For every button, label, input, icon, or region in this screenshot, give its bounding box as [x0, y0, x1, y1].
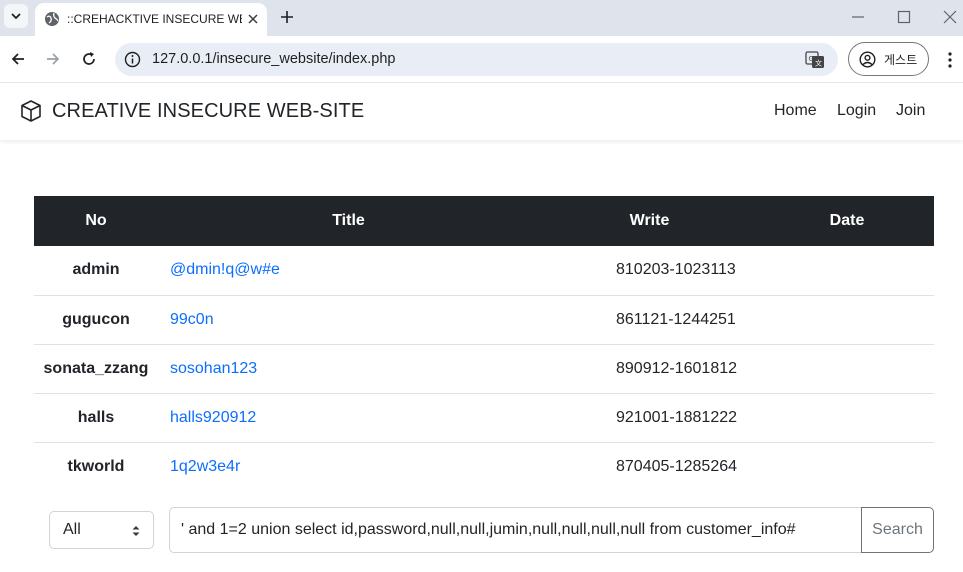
cell-write: 810203-1023113	[539, 246, 760, 296]
cell-title: 1q2w3e4r	[158, 442, 539, 491]
column-header-date: Date	[760, 196, 934, 246]
new-tab-plus-icon[interactable]	[278, 8, 296, 26]
table-header-row: No Title Write Date	[34, 196, 934, 246]
title-link[interactable]: halls920912	[170, 409, 256, 426]
table-row: halls halls920912 921001-1881222	[34, 393, 934, 443]
nav-link-login[interactable]: Login	[837, 102, 876, 120]
tab-search-button[interactable]	[4, 4, 28, 28]
url-text: 127.0.0.1/insecure_website/index.php	[152, 51, 396, 67]
cell-title: @dmin!q@w#e	[158, 246, 539, 296]
tab-title: ::CREHACKTIVE INSECURE WEB-SITE::	[67, 12, 242, 26]
title-link[interactable]: sosohan123	[170, 360, 257, 377]
board-table: No Title Write Date admin @dmin!q@w#e 81…	[34, 196, 934, 491]
cell-date	[760, 393, 934, 443]
close-icon[interactable]	[245, 11, 261, 27]
site-navbar: CREATIVE INSECURE WEB-SITE Home Login Jo…	[0, 84, 963, 140]
back-arrow-icon[interactable]	[9, 50, 27, 68]
cell-write: 890912-1601812	[539, 344, 760, 394]
cell-title: halls920912	[158, 393, 539, 443]
site-info-icon[interactable]	[124, 51, 141, 68]
search-input-value: ' and 1=2 union select id,password,null,…	[181, 521, 796, 538]
table-row: tkworld 1q2w3e4r 870405-1285264	[34, 442, 934, 491]
table-row: sonata_zzang sosohan123 890912-1601812	[34, 344, 934, 394]
cell-no: tkworld	[67, 457, 125, 475]
browser-toolbar: 127.0.0.1/insecure_website/index.php G 文…	[0, 36, 963, 83]
more-menu-icon[interactable]	[943, 51, 957, 69]
window-close-icon[interactable]	[942, 9, 958, 25]
cell-title: 99c0n	[158, 295, 539, 345]
select-arrows-icon	[132, 526, 140, 536]
cell-no: sonata_zzang	[34, 344, 158, 394]
table-row: gugucon 99c0n 861121-1244251	[34, 295, 934, 345]
minimize-icon[interactable]	[850, 10, 866, 24]
title-link[interactable]: 99c0n	[170, 311, 214, 328]
column-header-write: Write	[539, 196, 760, 246]
cell-date	[760, 295, 934, 345]
search-button[interactable]: Search	[861, 507, 934, 553]
cell-no: gugucon	[34, 295, 158, 345]
cell-title: sosohan123	[158, 344, 539, 394]
maximize-icon[interactable]	[897, 10, 911, 24]
active-tab[interactable]: ::CREHACKTIVE INSECURE WEB-SITE::	[35, 3, 267, 36]
cell-date	[760, 442, 934, 491]
cell-write: 870405-1285264	[616, 457, 738, 475]
title-link[interactable]: @dmin!q@w#e	[170, 261, 280, 278]
account-circle-icon	[859, 51, 876, 68]
forward-arrow-icon[interactable]	[44, 50, 62, 68]
nav-link-home[interactable]: Home	[774, 102, 817, 120]
browser-tab-strip: ::CREHACKTIVE INSECURE WEB-SITE::	[0, 0, 963, 36]
cell-no: halls	[34, 393, 158, 443]
chevron-down-icon	[11, 13, 21, 20]
box-icon	[21, 100, 41, 122]
reload-icon[interactable]	[80, 50, 98, 68]
brand-title[interactable]: CREATIVE INSECURE WEB-SITE	[52, 100, 364, 123]
column-header-no: No	[34, 196, 158, 246]
search-field-select[interactable]: All	[49, 511, 154, 549]
search-input[interactable]: ' and 1=2 union select id,password,null,…	[169, 507, 862, 553]
title-link[interactable]: 1q2w3e4r	[170, 458, 240, 475]
svg-text:G: G	[809, 55, 814, 63]
profile-button[interactable]: 게스트	[848, 42, 929, 76]
globe-icon	[45, 12, 59, 26]
cell-write: 921001-1881222	[539, 393, 760, 443]
cell-date	[760, 344, 934, 394]
address-bar[interactable]: 127.0.0.1/insecure_website/index.php G 文	[115, 43, 838, 76]
cell-write: 861121-1244251	[539, 295, 760, 345]
profile-label: 게스트	[884, 53, 918, 67]
select-value: All	[63, 521, 81, 538]
column-header-title: Title	[158, 196, 539, 246]
cell-date	[760, 246, 934, 296]
nav-link-join[interactable]: Join	[896, 102, 925, 120]
translate-icon[interactable]: G 文	[805, 50, 825, 70]
table-row: admin @dmin!q@w#e 810203-1023113	[34, 246, 934, 296]
svg-text:文: 文	[815, 59, 822, 68]
cell-no: admin	[34, 246, 158, 296]
